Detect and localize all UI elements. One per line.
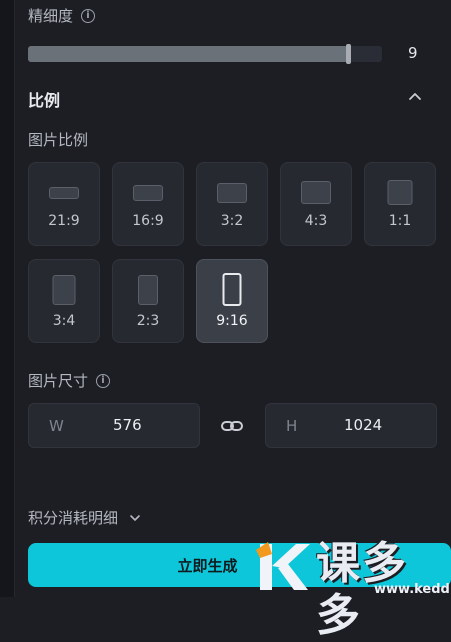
ratio-option-21-9[interactable]: 21:9 — [28, 162, 100, 246]
ratio-option-label: 3:4 — [52, 313, 76, 329]
ratio-option-label: 3:2 — [220, 213, 244, 229]
fineness-slider-fill — [28, 46, 349, 62]
width-input[interactable]: W 576 — [28, 403, 200, 448]
fineness-label: 精细度 — [28, 7, 74, 25]
ratio-shape-icon — [133, 185, 163, 201]
width-value: 576 — [113, 416, 142, 434]
image-ratio-label-row: 图片比例 — [28, 129, 88, 150]
chevron-up-icon[interactable] — [406, 88, 424, 106]
width-prefix: W — [49, 417, 64, 435]
info-icon[interactable]: i — [96, 373, 111, 388]
ratio-option-label: 2:3 — [136, 313, 160, 329]
left-edge-bar — [0, 0, 15, 597]
ratio-option-label: 9:16 — [216, 313, 248, 329]
cost-details-toggle[interactable]: 积分消耗明细 — [28, 507, 142, 528]
fineness-slider[interactable] — [28, 44, 382, 64]
generate-button-label: 立即生成 — [177, 556, 238, 575]
ratio-shape-icon — [301, 181, 331, 204]
cost-details-label: 积分消耗明细 — [28, 509, 119, 527]
ratio-option-2-3[interactable]: 2:3 — [112, 259, 184, 343]
chevron-down-icon — [130, 514, 140, 521]
ratio-shape-icon — [52, 275, 76, 305]
ratio-option-3-2[interactable]: 3:2 — [196, 162, 268, 246]
image-ratio-label: 图片比例 — [28, 131, 89, 149]
settings-panel: 精细度 i 9 比例 图片比例 21:9 16:9 3:2 4:3 1:1 3:… — [14, 0, 451, 597]
generate-button[interactable]: 立即生成 — [28, 543, 451, 587]
ratio-option-4-3[interactable]: 4:3 — [280, 162, 352, 246]
fineness-slider-handle[interactable] — [346, 44, 352, 64]
fineness-value: 9 — [408, 44, 418, 62]
ratio-option-label: 21:9 — [48, 213, 80, 229]
fineness-label-row: 精细度 i — [28, 5, 96, 26]
ratio-shape-icon — [387, 180, 413, 205]
ratio-option-3-4[interactable]: 3:4 — [28, 259, 100, 343]
ratio-shape-icon — [49, 187, 79, 199]
ratio-option-9-16[interactable]: 9:16 — [196, 259, 268, 343]
ratio-section-title: 比例 — [28, 91, 61, 110]
ratio-option-label: 1:1 — [388, 213, 412, 229]
ratio-option-1-1[interactable]: 1:1 — [364, 162, 436, 246]
height-value: 1024 — [344, 416, 383, 434]
ratio-option-16-9[interactable]: 16:9 — [112, 162, 184, 246]
height-prefix: H — [286, 417, 298, 435]
ratio-shape-icon — [138, 275, 158, 305]
ratio-shape-icon — [222, 273, 242, 306]
ratio-option-label: 16:9 — [132, 213, 164, 229]
image-size-label: 图片尺寸 — [28, 372, 89, 390]
info-icon[interactable]: i — [81, 8, 96, 23]
image-size-label-row: 图片尺寸 i — [28, 370, 111, 391]
ratio-option-label: 4:3 — [304, 213, 328, 229]
link-icon[interactable] — [220, 414, 244, 438]
height-input[interactable]: H 1024 — [265, 403, 437, 448]
ratio-shape-icon — [217, 183, 247, 203]
